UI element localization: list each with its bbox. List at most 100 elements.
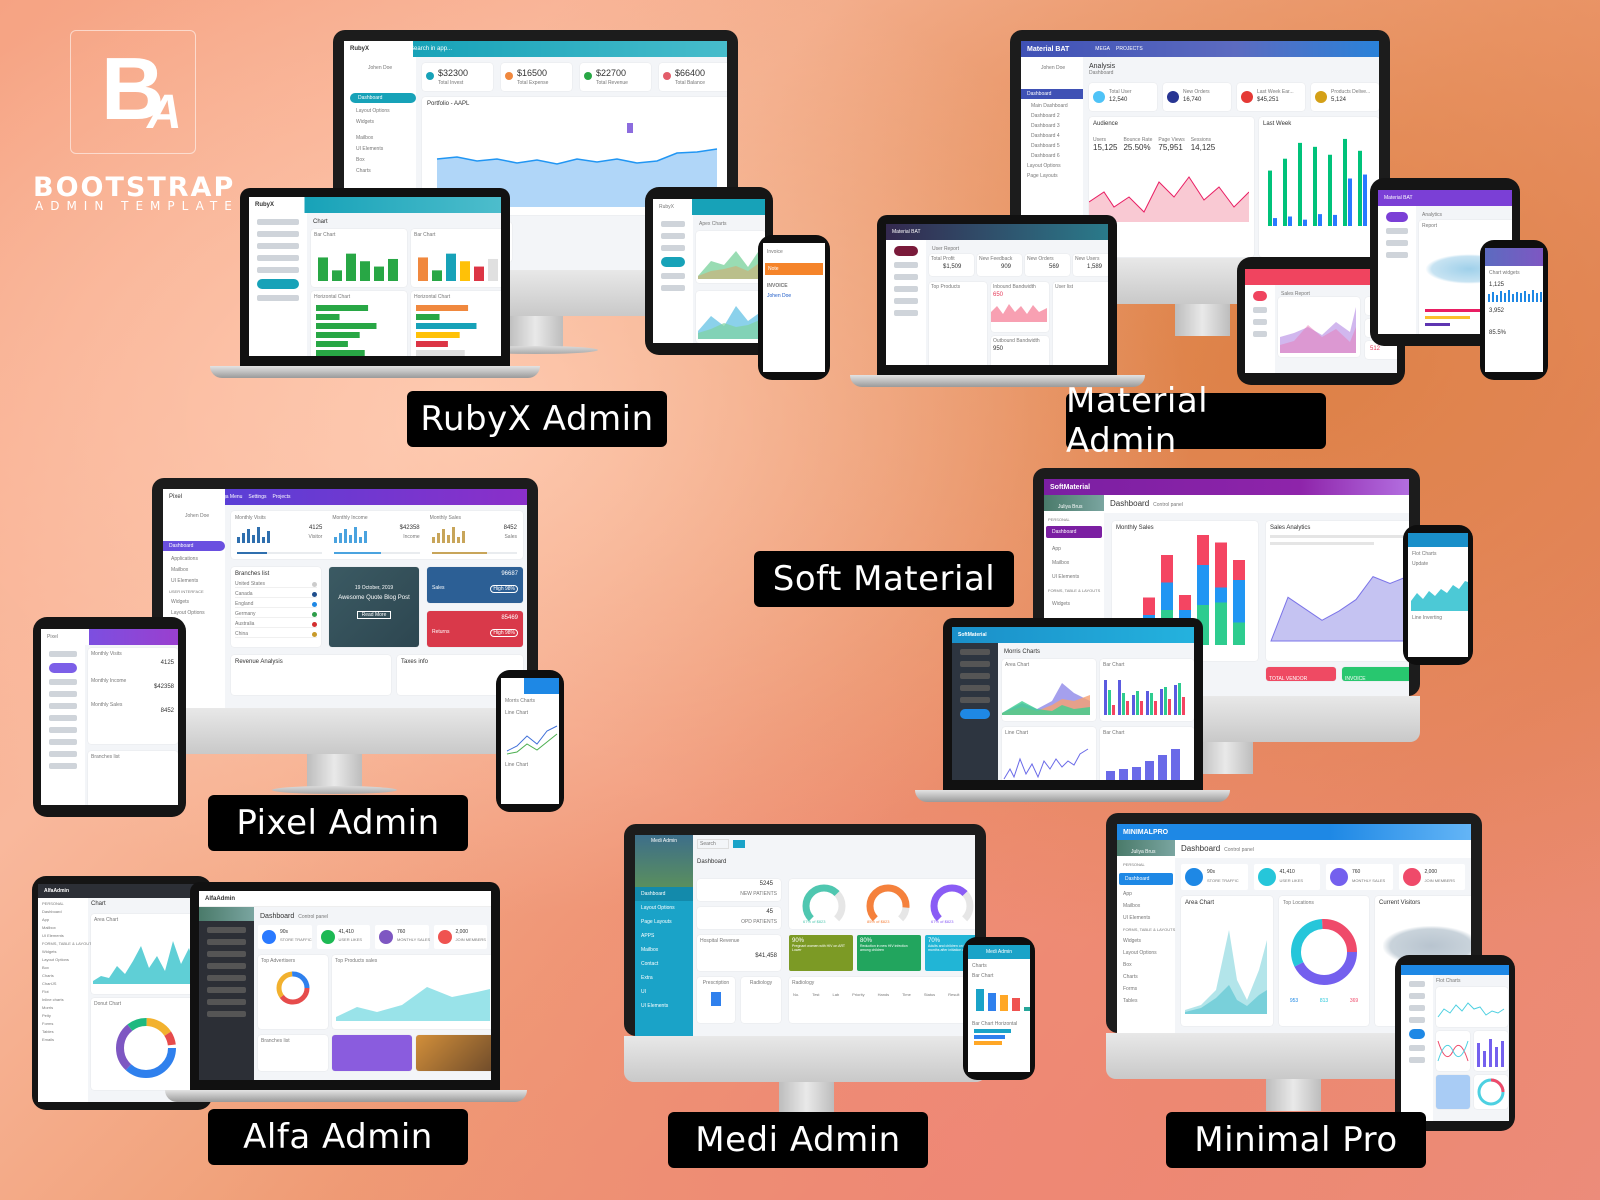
- stacked-bar-blue: [1215, 587, 1227, 603]
- branch-row: China: [235, 631, 317, 638]
- rubyx-search-input[interactable]: Search in app...: [410, 46, 452, 52]
- metric-title: Monthly Income: [332, 515, 368, 521]
- minimalpro-brand: MINIMALPRO: [1123, 828, 1169, 836]
- pixel-phone: Morris Charts Line Chart Line Chart: [496, 670, 564, 812]
- bar: [451, 527, 455, 543]
- medi-nav-item[interactable]: UI Elements: [635, 999, 693, 1013]
- rubyx-nav-item[interactable]: Mailbox: [356, 135, 416, 141]
- pixel-nav-dashboard[interactable]: Dashboard: [163, 541, 225, 551]
- alfa-nav-item[interactable]: Emails: [42, 1037, 84, 1042]
- bar: [1118, 680, 1121, 715]
- bar: [388, 258, 398, 281]
- minimal-nav-item[interactable]: PERSONAL: [1123, 862, 1169, 867]
- alfa-nav-item[interactable]: Tables: [42, 1029, 84, 1034]
- bar: [441, 529, 445, 543]
- sales-analytics-card: Sales Analytics: [1266, 521, 1409, 661]
- alfa-nav-item[interactable]: Morris: [42, 1005, 84, 1010]
- softmaterial-page-title: Dashboard: [1110, 499, 1150, 508]
- stat-label: JOIN MEMBERS: [455, 937, 486, 942]
- alfa-nav-item[interactable]: FORMS, TABLE & LAYOUTS: [42, 941, 94, 946]
- alfa-nav-item[interactable]: UI Elements: [42, 933, 84, 938]
- bar: [1174, 685, 1177, 715]
- branch-row: Germany: [235, 611, 317, 618]
- progress-track: [237, 552, 323, 554]
- bar-old-user: [1363, 174, 1367, 226]
- minimal-nav-item[interactable]: Charts: [1123, 974, 1169, 980]
- alfa-nav-item[interactable]: Flot: [42, 989, 84, 994]
- bar: [344, 529, 348, 543]
- promo-text: Pregnant women with HIV on ART Lower: [792, 944, 845, 953]
- alfa-nav-item[interactable]: Layout Options: [42, 957, 84, 962]
- alfa-nav-item[interactable]: Inline charts: [42, 997, 84, 1002]
- minimal-nav-item[interactable]: Box: [1123, 962, 1169, 968]
- medi-nav-item[interactable]: Page Layouts: [635, 915, 693, 929]
- product-label-softmaterial: Soft Material: [754, 551, 1014, 607]
- bar: [1168, 699, 1171, 715]
- material-menu-projects[interactable]: PROJECTS: [1116, 46, 1143, 52]
- alfa-nav-item[interactable]: PERSONAL: [42, 901, 84, 906]
- medi-nav-item[interactable]: Dashboard: [635, 887, 693, 901]
- stacked-bar-red: [1215, 542, 1227, 588]
- minimal-nav-item[interactable]: Dashboard: [1119, 873, 1173, 885]
- minimal-nav-item[interactable]: App: [1123, 891, 1169, 897]
- minimal-nav-item[interactable]: UI Elements: [1123, 915, 1169, 921]
- softmaterial-nav-dashboard[interactable]: Dashboard: [1046, 526, 1102, 538]
- medi-nav-item[interactable]: Layout Options: [635, 901, 693, 915]
- material-nav-dashboard[interactable]: Dashboard: [1021, 89, 1083, 99]
- alfa-nav-item[interactable]: Peity: [42, 1013, 84, 1018]
- alfa-nav-item[interactable]: Widgets: [42, 949, 84, 954]
- minimal-nav-item[interactable]: Mailbox: [1123, 903, 1169, 909]
- rubyx-nav-item[interactable]: UI Elements: [356, 146, 416, 152]
- pixel-menu[interactable]: Projects: [273, 494, 291, 500]
- rubyx-nav-item[interactable]: Charts: [356, 168, 416, 174]
- area-chart: [336, 987, 490, 1021]
- horizontal-bar: [316, 332, 360, 338]
- minimal-nav-item[interactable]: Forms: [1123, 986, 1169, 992]
- medi-search-input[interactable]: Search: [697, 839, 729, 849]
- alfa-nav-item[interactable]: Charts: [42, 973, 84, 978]
- rubyx-nav-dashboard[interactable]: Dashboard: [350, 93, 416, 103]
- medi-nav-item[interactable]: UI: [635, 985, 693, 999]
- pixel-blog-card: 19 October, 2019 Awesome Quote Blog Post…: [329, 567, 419, 647]
- minimal-nav-item[interactable]: Tables: [1123, 998, 1169, 1004]
- medi-nav-item[interactable]: Contact: [635, 957, 693, 971]
- material-menu-mega[interactable]: MEGA: [1095, 46, 1110, 52]
- bar: [242, 533, 245, 543]
- branch-name: United States: [235, 581, 266, 587]
- rubyx-nav-item[interactable]: Layout Options: [356, 108, 416, 114]
- bar: [237, 537, 240, 543]
- gauge-text: 67% of $823: [931, 919, 954, 924]
- stacked-bar-red: [1233, 560, 1245, 580]
- minimal-stat-card: 2,000 JOIN MEMBERS: [1398, 864, 1465, 890]
- alfa-nav-item[interactable]: Dashboard: [42, 909, 84, 914]
- bar: [1108, 690, 1111, 715]
- alfa-nav-item[interactable]: Box: [42, 965, 84, 970]
- alfa-stat-card: 2,000 JOIN MEMBERS: [433, 925, 487, 949]
- minimal-nav-item[interactable]: Widgets: [1123, 938, 1169, 944]
- search-icon[interactable]: [732, 840, 745, 848]
- horizontal-bar: [416, 323, 477, 329]
- bar-new-user: [1268, 170, 1272, 226]
- bar: [334, 537, 338, 543]
- medi-nav-item[interactable]: Extra: [635, 971, 693, 985]
- read-more-button[interactable]: Read More: [357, 611, 391, 619]
- medi-nav-item[interactable]: APPS: [635, 929, 693, 943]
- alfa-nav-item[interactable]: ChartJS: [42, 981, 84, 986]
- metric-title: Monthly Visits: [235, 515, 266, 521]
- pixel-menu[interactable]: Mega Menu: [216, 494, 242, 500]
- bar: [267, 531, 270, 543]
- stat-label: MONTHLY SALES: [1352, 878, 1386, 883]
- alfa-nav-item[interactable]: App: [42, 917, 84, 922]
- alfa-nav-item[interactable]: Mailbox: [42, 925, 84, 930]
- alfa-nav-item[interactable]: Forms: [42, 1021, 84, 1026]
- rubyx-nav-item[interactable]: Box: [356, 157, 416, 163]
- rubyx-nav-item[interactable]: Widgets: [356, 119, 416, 125]
- metric-label: Income: [403, 534, 420, 540]
- minimal-nav-item[interactable]: FORMS, TABLE & LAYOUTS: [1123, 927, 1175, 932]
- medi-nav-item[interactable]: Mailbox: [635, 943, 693, 957]
- minimal-nav-item[interactable]: Layout Options: [1123, 950, 1169, 956]
- pixel-menu[interactable]: Settings: [248, 494, 266, 500]
- stat-icon: [1330, 868, 1348, 886]
- bar: [262, 537, 265, 543]
- bar: [1182, 697, 1185, 715]
